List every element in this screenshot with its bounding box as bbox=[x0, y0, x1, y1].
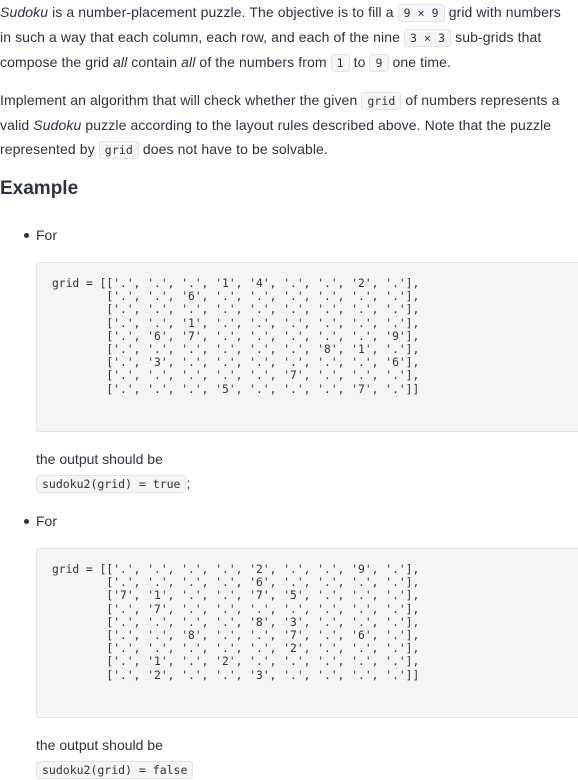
example-heading: Example bbox=[0, 178, 79, 199]
bullet-dot-icon bbox=[24, 519, 29, 524]
example-2-output: sudoku2(grid) = false bbox=[36, 759, 194, 780]
bullet-dot-icon bbox=[24, 233, 29, 238]
example-1-output: sudoku2(grid) = true; bbox=[36, 473, 190, 494]
sudoku-term: Sudoku bbox=[0, 4, 49, 20]
sudoku-term: Sudoku bbox=[33, 117, 82, 133]
grid-code: grid bbox=[98, 141, 139, 159]
example-1-output-suffix: ; bbox=[186, 475, 191, 491]
grid-code: grid bbox=[361, 92, 402, 110]
intro-paragraph: Sudoku is a number-placement puzzle. The… bbox=[0, 4, 561, 72]
max-number-code: 9 bbox=[369, 54, 389, 72]
task-paragraph: Implement an algorithm that will check w… bbox=[0, 92, 560, 159]
min-number-code: 1 bbox=[330, 54, 350, 72]
example-for-label: For bbox=[36, 513, 57, 529]
example-1-output-code: sudoku2(grid) = true bbox=[36, 475, 187, 493]
example-2-output-code: sudoku2(grid) = false bbox=[36, 761, 194, 779]
example-1-output-label: the output should be bbox=[36, 451, 163, 467]
problem-description: Sudoku is a number-placement puzzle. The… bbox=[0, 0, 578, 779]
subgrid-size-code: 3 × 3 bbox=[404, 29, 452, 47]
example-2-grid-code: grid = [['.', '.', '.', '.', '2', '.', '… bbox=[36, 548, 578, 718]
example-for-label: For bbox=[36, 227, 57, 243]
grid-size-code: 9 × 9 bbox=[397, 4, 445, 22]
example-1-grid-code: grid = [['.', '.', '.', '1', '4', '.', '… bbox=[36, 262, 578, 432]
example-2-output-label: the output should be bbox=[36, 737, 163, 753]
